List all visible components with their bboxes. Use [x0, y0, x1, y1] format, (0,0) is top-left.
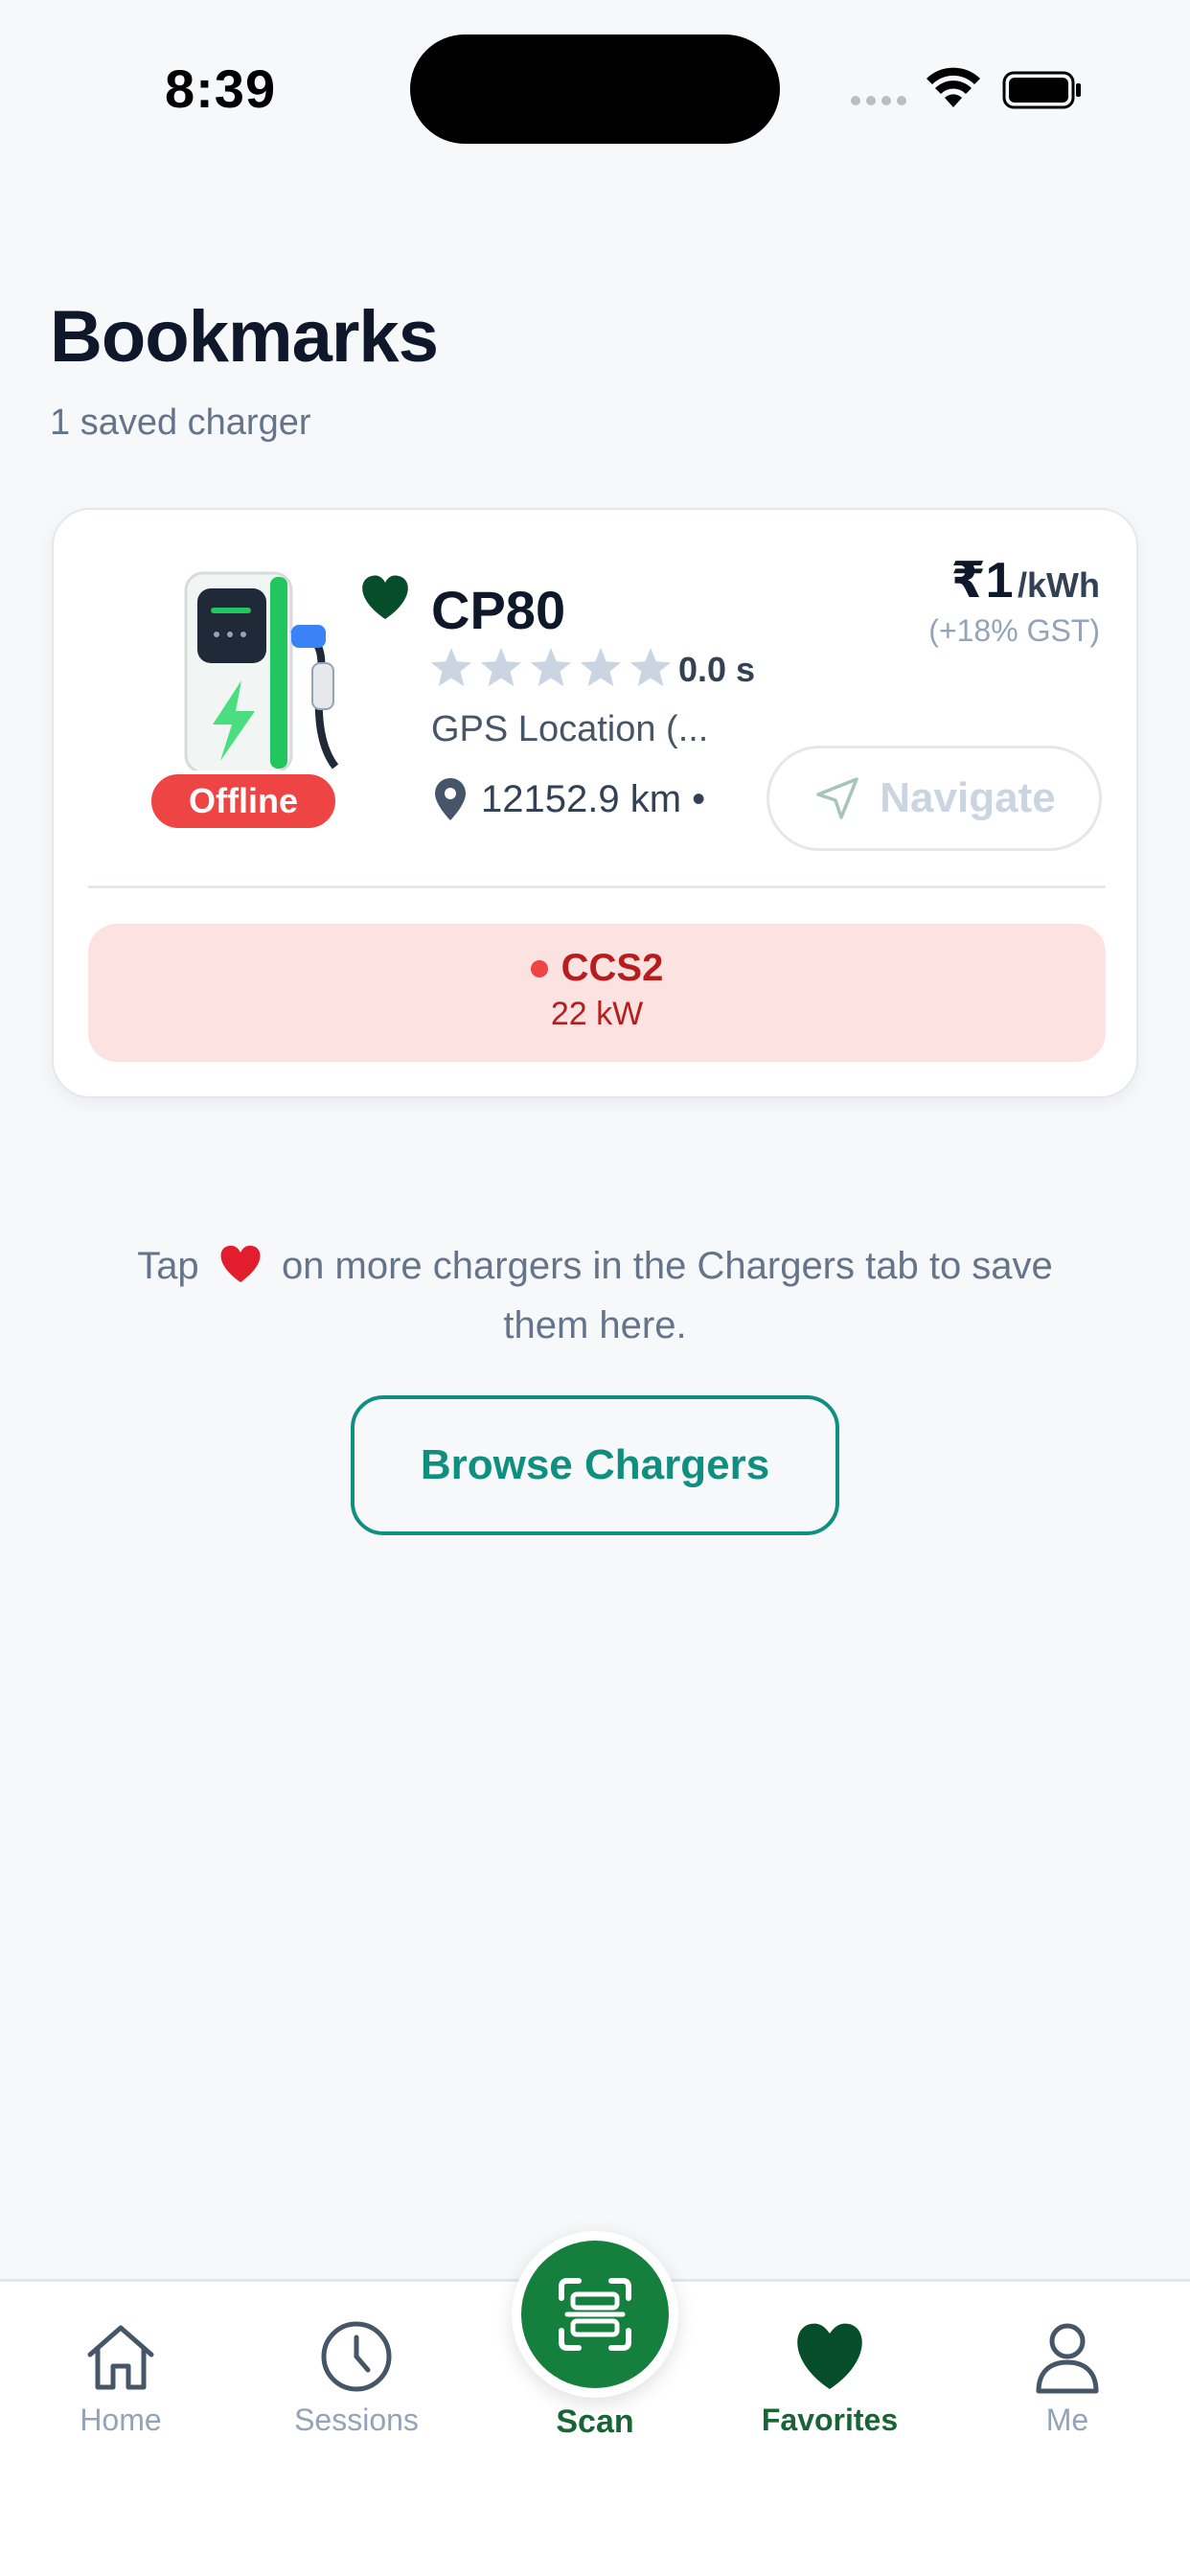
hint-before: Tap: [137, 1245, 199, 1287]
scan-button[interactable]: [521, 2241, 669, 2388]
tab-label: Favorites: [761, 2403, 899, 2437]
rating-stars: [429, 646, 673, 688]
connector-status-dot: [530, 959, 548, 978]
tab-me[interactable]: Me: [972, 2316, 1163, 2438]
scan-icon: [559, 2278, 631, 2351]
charger-name: CP80: [431, 580, 566, 640]
price-block: ₹1 /kWh (+18% GST): [928, 552, 1100, 649]
cellular-signal-icon: [851, 96, 906, 105]
battery-icon: [1002, 71, 1081, 109]
navigate-button[interactable]: Navigate: [767, 746, 1102, 851]
red-heart-icon: [220, 1245, 261, 1282]
heart-icon: [797, 2323, 862, 2389]
price-tax: (+18% GST): [928, 613, 1100, 648]
price-unit: /kWh: [1018, 565, 1100, 605]
charger-distance: 12152.9 km •: [481, 777, 706, 820]
status-badge: Offline: [148, 770, 339, 832]
tab-favorites[interactable]: Favorites: [734, 2316, 926, 2438]
tab-label: Me: [1045, 2403, 1089, 2437]
clock-icon: [321, 2321, 392, 2392]
rating-text: 0.0 s: [678, 650, 756, 689]
price-value: ₹1: [950, 553, 1014, 609]
tab-scan[interactable]: [512, 2231, 678, 2398]
tab-label: Home: [80, 2403, 162, 2437]
charger-card[interactable]: Offline CP80 0.0 s GPS Location (... 121…: [52, 508, 1138, 1098]
navigation-arrow-icon: [816, 777, 859, 819]
connector-type: CCS2: [561, 947, 664, 989]
tab-sessions[interactable]: Sessions: [261, 2316, 452, 2438]
tab-label: Scan: [556, 2404, 634, 2440]
star-icon: [629, 647, 672, 687]
page-subtitle: 1 saved charger: [50, 402, 311, 443]
star-icon: [430, 647, 472, 687]
distance-row: 12152.9 km •: [431, 776, 705, 822]
home-icon: [87, 2325, 154, 2390]
connector-pill: CCS2 22 kW: [88, 924, 1106, 1062]
status-bar: 8:39: [0, 0, 1190, 182]
star-icon: [580, 647, 622, 687]
star-icon: [530, 647, 572, 687]
tab-home[interactable]: Home: [25, 2316, 217, 2438]
dynamic-island: [410, 34, 780, 144]
charger-location: GPS Location (...: [431, 709, 709, 749]
ev-charger-image: [184, 571, 339, 774]
hint-after: on more chargers in the Chargers tab to …: [281, 1245, 1053, 1346]
location-pin-icon: [435, 778, 466, 820]
status-time: 8:39: [165, 58, 277, 119]
navigate-label: Navigate: [880, 774, 1056, 821]
card-divider: [88, 886, 1106, 888]
connector-power: 22 kW: [550, 996, 644, 1032]
page-title: Bookmarks: [50, 296, 439, 378]
browse-chargers-button[interactable]: Browse Chargers: [351, 1395, 839, 1535]
empty-hint: Tap on more chargers in the Chargers tab…: [96, 1236, 1094, 1355]
wifi-icon: [927, 67, 980, 107]
tab-label: Sessions: [294, 2403, 419, 2437]
bookmark-heart-icon[interactable]: [358, 573, 412, 621]
star-icon: [480, 647, 522, 687]
user-icon: [1036, 2323, 1099, 2394]
